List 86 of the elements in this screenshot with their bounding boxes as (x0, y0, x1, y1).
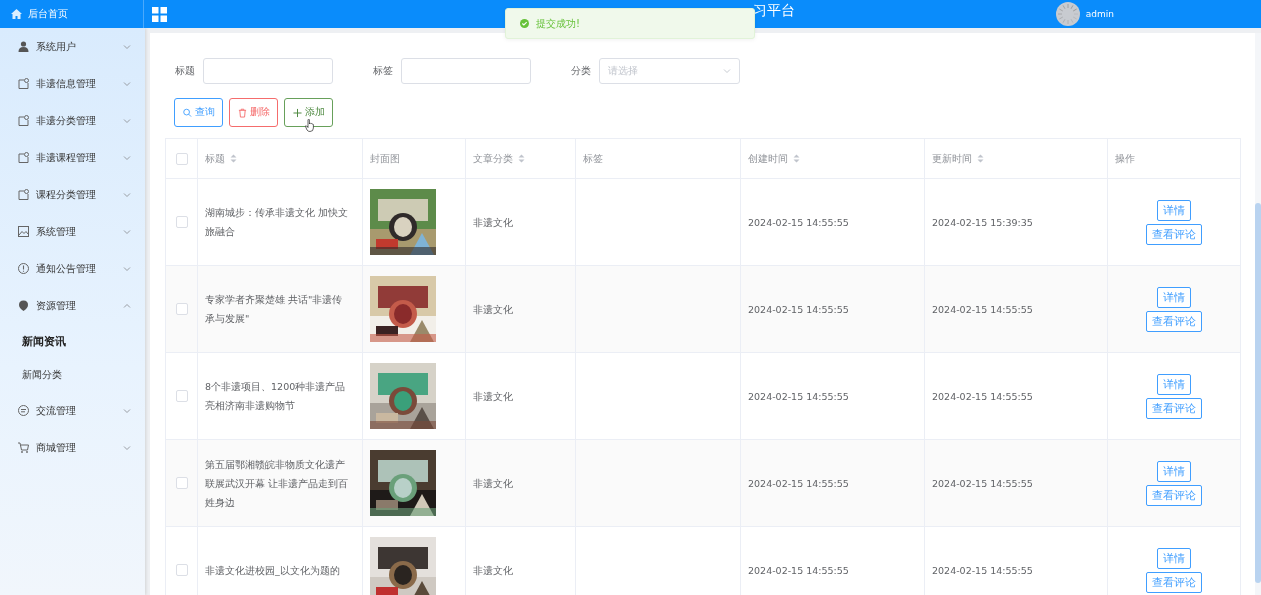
table-cell-text: 2024-02-15 14:55:55 (932, 389, 1033, 404)
cart-icon (18, 442, 29, 453)
field-label: 分类 (571, 64, 591, 78)
column-header[interactable]: 标题 (205, 149, 225, 168)
hand-cursor-icon (305, 119, 315, 132)
table-cell-text: 专家学者齐聚楚雄 共话"非遗传承与发展" (205, 293, 344, 326)
field-label: 标题 (175, 64, 195, 78)
document-icon (18, 78, 29, 89)
column-header[interactable]: 更新时间 (932, 149, 972, 168)
grid-icon[interactable] (152, 6, 167, 22)
add-button[interactable]: 添加 (284, 98, 333, 127)
table-cell-text: 2024-02-15 14:55:55 (932, 476, 1033, 491)
detail-button[interactable]: 详情 (1157, 286, 1191, 308)
detail-button[interactable]: 详情 (1157, 199, 1191, 221)
table-cell-text: 非遗文化 (473, 389, 513, 404)
pin-icon (18, 300, 29, 311)
comments-button[interactable]: 查看评论 (1146, 484, 1202, 506)
menu-item[interactable]: 非遗分类管理 (0, 102, 145, 139)
checkbox[interactable] (175, 303, 188, 315)
table-cell-text: 2024-02-15 14:55:55 (748, 389, 849, 404)
home-icon (11, 9, 22, 19)
delete-button[interactable]: 删除 (229, 98, 278, 127)
menu-item[interactable]: 非遗信息管理 (0, 65, 145, 102)
toast-message: 提交成功! (536, 16, 580, 31)
checkbox[interactable] (175, 216, 188, 228)
check-circle-icon (520, 19, 529, 28)
menu-item[interactable]: 系统用户 (0, 28, 145, 65)
detail-button[interactable]: 详情 (1157, 373, 1191, 395)
document-icon (18, 152, 29, 163)
submenu-item[interactable]: 新闻分类 (0, 358, 145, 392)
plus-icon (292, 107, 302, 118)
table-cell-text: 非遗文化 (473, 476, 513, 491)
menu-item[interactable]: 通知公告管理 (0, 250, 145, 287)
table-cell-text: 2024-02-15 14:55:55 (932, 563, 1033, 578)
comments-button[interactable]: 查看评论 (1146, 310, 1202, 332)
table-cell-text: 2024-02-15 14:55:55 (748, 215, 849, 230)
column-header[interactable]: 文章分类 (473, 149, 513, 168)
table-cell-text: 第五届鄂湘赣皖非物质文化遗产联展武汉开幕 让非遗产品走到百姓身边 (205, 457, 350, 510)
column-header: 操作 (1115, 152, 1135, 166)
table-cell-text: 2024-02-15 15:39:35 (932, 215, 1033, 230)
detail-button[interactable]: 详情 (1157, 460, 1191, 482)
submenu-item[interactable]: 新闻资讯 (0, 324, 145, 358)
column-header[interactable]: 创建时间 (748, 149, 788, 168)
table-cell-text: 非遗文化进校园_以文化为题的 (205, 563, 340, 578)
menu-item[interactable]: 课程分类管理 (0, 176, 145, 213)
table-cell-text: 非遗文化 (473, 215, 513, 230)
menu-item[interactable]: 交流管理 (0, 392, 145, 429)
document-icon (18, 115, 29, 126)
image-icon (18, 226, 29, 237)
table-cell-text: 非遗文化 (473, 563, 513, 578)
comments-button[interactable]: 查看评论 (1146, 571, 1202, 593)
search-button[interactable]: 查询 (174, 98, 223, 127)
table-cell-text: 非遗文化 (473, 302, 513, 317)
table-cell-text: 2024-02-15 14:55:55 (748, 302, 849, 317)
table-cell-text: 湖南城步：传承非遗文化 加快文旅融合 (205, 206, 350, 239)
checkbox[interactable] (175, 477, 188, 489)
checkbox[interactable] (175, 152, 188, 165)
chevron-icon (723, 67, 731, 75)
table-cell-text: 2024-02-15 14:55:55 (748, 476, 849, 491)
user-icon (18, 41, 29, 52)
input-field[interactable] (203, 58, 333, 84)
menu-item[interactable]: 商城管理 (0, 429, 145, 466)
document-icon (18, 189, 29, 200)
checkbox[interactable] (175, 390, 188, 402)
trash-icon (237, 107, 247, 118)
comments-button[interactable]: 查看评论 (1146, 223, 1202, 245)
menu-item[interactable]: 系统管理 (0, 213, 145, 250)
detail-button[interactable]: 详情 (1157, 547, 1191, 569)
scrollbar[interactable] (1255, 33, 1261, 595)
app-title: 习平台 (753, 3, 795, 17)
table-cell-text: 8个非遗项目、1200种非遗产品亮相济南非遗购物节 (205, 380, 347, 413)
table-cell-text: 2024-02-15 14:55:55 (748, 563, 849, 578)
comments-button[interactable]: 查看评论 (1146, 397, 1202, 419)
checkbox[interactable] (175, 564, 188, 576)
table-cell-text: 2024-02-15 14:55:55 (932, 302, 1033, 317)
search-icon (182, 107, 192, 118)
info-icon (18, 263, 29, 274)
column-header: 封面图 (370, 152, 400, 166)
user-name[interactable]: admin (1085, 9, 1114, 19)
chat-icon (18, 405, 29, 416)
input-field[interactable] (401, 58, 531, 84)
menu-item[interactable]: 资源管理 (0, 287, 145, 324)
avatar-icon (1055, 2, 1080, 26)
menu-item[interactable]: 非遗课程管理 (0, 139, 145, 176)
column-header: 标签 (583, 152, 603, 166)
field-label: 标签 (373, 64, 393, 78)
